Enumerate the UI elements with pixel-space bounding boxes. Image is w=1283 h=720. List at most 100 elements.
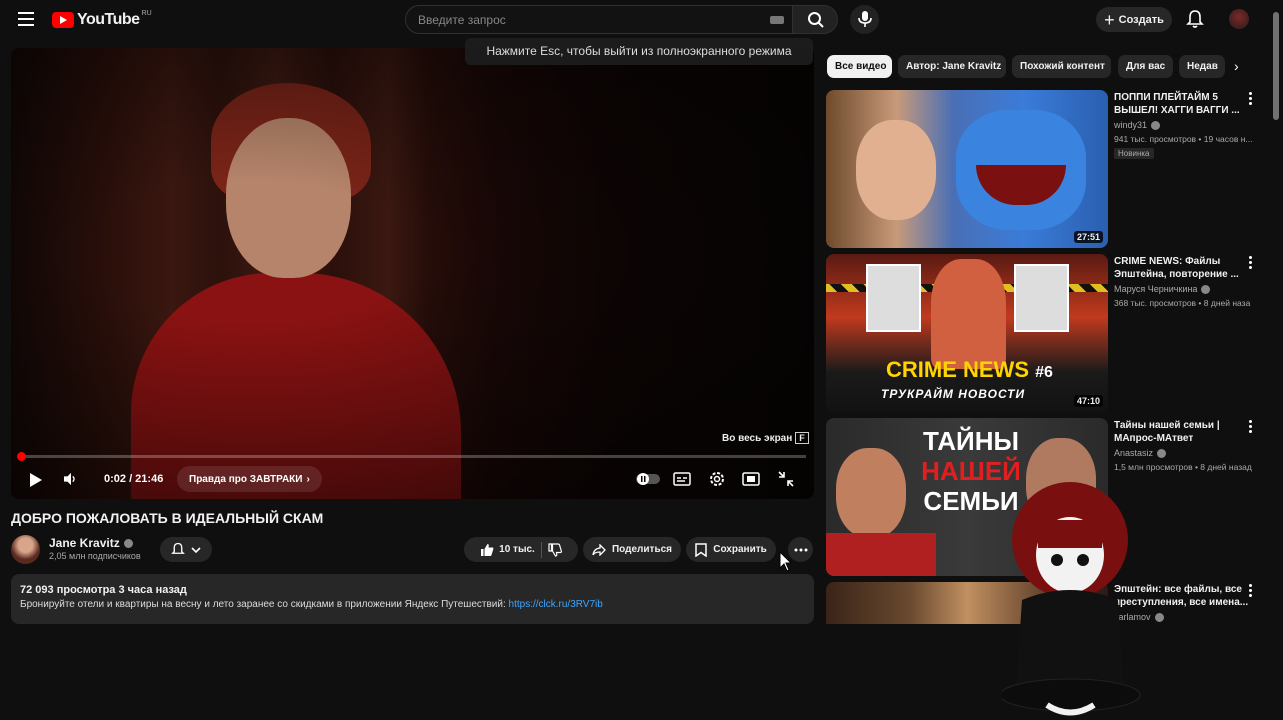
fullscreen-hint-label: Во весь экран — [722, 433, 793, 444]
fullscreen-hint: Во весь экран F — [722, 432, 809, 444]
settings-gear-icon[interactable] — [708, 470, 726, 488]
rec-channel-name: Anastasiz — [1114, 448, 1154, 458]
rec-channel[interactable]: windy31 — [1114, 120, 1161, 131]
autoplay-icon — [636, 473, 660, 485]
subscribe-notifications-button[interactable] — [160, 537, 212, 562]
chip-recent[interactable]: Недав — [1179, 55, 1225, 78]
verified-icon — [123, 539, 133, 549]
rec-channel-name: windy31 — [1114, 120, 1148, 130]
chevron-right-icon[interactable]: › — [1234, 58, 1239, 74]
account-avatar[interactable] — [1229, 9, 1249, 29]
more-vertical-icon[interactable] — [1249, 256, 1252, 271]
rec-channel[interactable]: Маруся Черничкина — [1114, 284, 1211, 295]
chevron-down-icon — [191, 546, 201, 553]
menu-icon[interactable] — [18, 12, 34, 26]
channel-avatar[interactable] — [11, 535, 40, 564]
description-link[interactable]: https://clck.ru/3RV7ib — [509, 599, 603, 610]
chip-author[interactable]: Автор: Jane Kravitz — [898, 55, 1006, 78]
verified-icon — [1157, 449, 1167, 459]
bell-icon — [171, 542, 185, 554]
search-button[interactable] — [792, 5, 838, 34]
mouse-cursor-icon — [779, 551, 793, 572]
logo-text: YouTube — [77, 11, 140, 28]
thumbnail-subtitle: ТРУКРАЙМ НОВОСТИ — [881, 387, 1026, 401]
rec-channel-name: Маруся Черничкина — [1114, 284, 1198, 294]
bookmark-icon — [695, 542, 707, 557]
video-vignette — [11, 48, 814, 499]
chip-similar[interactable]: Похожий контент — [1012, 55, 1111, 78]
autoplay-toggle[interactable] — [636, 470, 660, 488]
description-box[interactable]: 72 093 просмотра 3 часа назад Бронируйте… — [11, 574, 814, 624]
like-button[interactable]: 10 тыс. — [480, 543, 535, 557]
like-count: 10 тыс. — [499, 544, 535, 555]
share-button[interactable]: Поделиться — [583, 537, 681, 562]
video-player[interactable]: Во весь экран F 0:02 / 21:46 Правда про З… — [11, 48, 814, 499]
more-horizontal-icon — [794, 548, 807, 551]
progress-scrubber[interactable] — [17, 452, 26, 461]
description-text: Бронируйте отели и квартиры на весну и л… — [20, 599, 603, 610]
description-text-body: Бронируйте отели и квартиры на весну и л… — [20, 599, 509, 610]
fullscreen-key: F — [795, 432, 809, 444]
new-badge: Новинка — [1114, 148, 1154, 159]
thumbnail-number: #6 — [1035, 364, 1053, 381]
video-thumbnail[interactable]: CRIME NEWS #6 ТРУКРАЙМ НОВОСТИ 47:10 — [826, 254, 1108, 412]
channel-name[interactable]: Jane Kravitz — [49, 536, 133, 550]
verified-icon — [1151, 121, 1161, 131]
recommendation-item[interactable]: 27:51 ПОППИ ПЛЕЙТАЙМ 5 ВЫШЕЛ! ХАГГИ ВАГГ… — [826, 90, 1266, 248]
play-icon[interactable] — [30, 473, 42, 487]
video-thumbnail[interactable]: 27:51 — [826, 90, 1108, 248]
youtube-logo[interactable]: YouTube RU — [52, 9, 152, 29]
volume-icon[interactable] — [64, 472, 78, 486]
voice-search-button[interactable] — [850, 5, 879, 34]
theater-mode-icon[interactable] — [742, 470, 760, 488]
share-icon — [592, 543, 606, 556]
create-button[interactable]: + Создать — [1096, 7, 1172, 32]
subtitles-icon[interactable] — [673, 470, 691, 488]
thumbnail-host — [931, 259, 1006, 369]
chapter-button[interactable]: Правда про ЗАВТРАКИ › — [177, 466, 322, 492]
scrollbar[interactable] — [1273, 12, 1279, 120]
chip-all-videos[interactable]: Все видео — [827, 55, 892, 78]
rec-meta: 941 тыс. просмотров • 19 часов н... — [1114, 134, 1253, 144]
video-duration: 47:10 — [1073, 395, 1103, 407]
thumbnail-face — [856, 120, 936, 220]
keyboard-icon[interactable] — [770, 16, 784, 24]
progress-bar[interactable] — [19, 455, 806, 458]
more-vertical-icon[interactable] — [1249, 420, 1252, 435]
like-dislike-group: 10 тыс. — [464, 537, 578, 562]
exit-fullscreen-icon[interactable] — [777, 470, 795, 488]
subscriber-count: 2,05 млн подписчиков — [49, 551, 141, 561]
more-vertical-icon[interactable] — [1249, 584, 1252, 599]
video-title: ДОБРО ПОЖАЛОВАТЬ В ИДЕАЛЬНЫЙ СКАМ — [11, 510, 324, 526]
rec-meta: 1,5 млн просмотров • 8 дней назад — [1114, 462, 1252, 472]
rec-title[interactable]: Тайны нашей семьи | МАпрос-МАтвет — [1114, 419, 1249, 445]
search-input[interactable]: Введите запрос — [405, 5, 793, 34]
create-label: Создать — [1118, 13, 1164, 26]
fullscreen-exit-tooltip: Нажмите Esc, чтобы выйти из полноэкранно… — [465, 38, 813, 65]
search-placeholder: Введите запрос — [418, 13, 506, 27]
mic-icon — [858, 11, 872, 27]
thumbnail-title-text: CRIME NEWS — [886, 357, 1029, 382]
thumbs-up-icon — [481, 543, 494, 556]
recommendation-item[interactable]: CRIME NEWS #6 ТРУКРАЙМ НОВОСТИ 47:10 CRI… — [826, 254, 1266, 412]
verified-icon — [1201, 285, 1211, 295]
plus-icon: + — [1104, 9, 1115, 30]
channel-name-text: Jane Kravitz — [49, 536, 120, 550]
rec-title[interactable]: CRIME NEWS: Файлы Эпштейна, повторение .… — [1114, 255, 1249, 281]
like-divider — [540, 541, 542, 558]
search-icon — [808, 12, 824, 28]
view-count-date: 72 093 просмотра 3 часа назад — [20, 584, 187, 596]
thumbs-down-icon[interactable] — [548, 542, 562, 557]
rec-title[interactable]: ПОППИ ПЛЕЙТАЙМ 5 ВЫШЕЛ! ХАГГИ ВАГГИ ... — [1114, 91, 1249, 117]
save-button[interactable]: Сохранить — [686, 537, 776, 562]
thumbnail-title: CRIME NEWS #6 — [886, 357, 1053, 383]
bell-icon[interactable] — [1186, 9, 1204, 29]
share-label: Поделиться — [611, 544, 672, 555]
more-vertical-icon[interactable] — [1249, 92, 1252, 107]
chevron-right-icon: › — [306, 473, 310, 485]
thumbnail-person — [836, 448, 906, 538]
chip-for-you[interactable]: Для вас — [1118, 55, 1173, 78]
rec-channel[interactable]: Anastasiz — [1114, 448, 1167, 459]
time-display: 0:02 / 21:46 — [104, 473, 164, 485]
logo-region: RU — [141, 9, 152, 17]
